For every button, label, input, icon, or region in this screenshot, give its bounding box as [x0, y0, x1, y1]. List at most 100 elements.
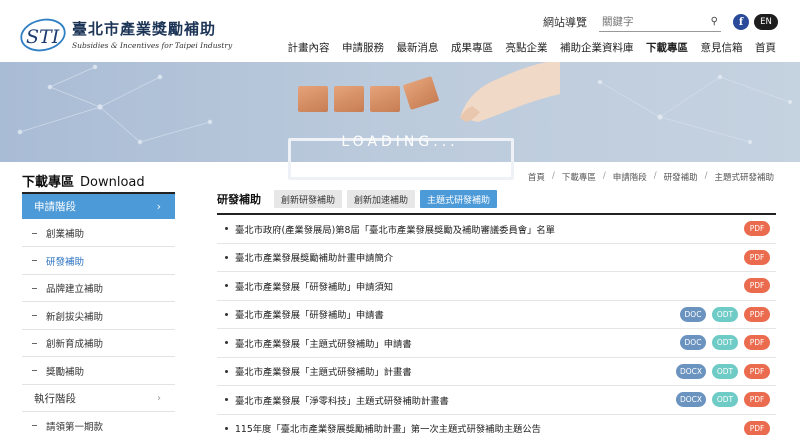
download-row: 115年度「臺北市產業發展獎勵補助計畫」第一次主題式研發補助主題公告 PDF — [217, 415, 776, 435]
nav-item[interactable]: 計畫內容 — [288, 40, 330, 55]
file-badges: PDF — [738, 278, 770, 293]
sidebar-item[interactable]: 研發補助 — [22, 248, 175, 275]
download-row: 臺北市產業發展「研發補助」申請須知 PDF — [217, 272, 776, 301]
file-docx-button[interactable]: DOCX — [676, 392, 706, 407]
main-nav: 計畫內容 申請服務 最新消息 成果專區 亮點企業 補助企業資料庫 下載專區 意見信箱 首頁 — [275, 40, 777, 55]
bullet-icon — [225, 312, 228, 316]
file-pdf-button[interactable]: PDF — [744, 221, 770, 236]
nav-item[interactable]: 意見信箱 — [701, 40, 743, 55]
download-title[interactable]: 臺北市產業發展「淨零科技」主題式研發補助計畫書 — [235, 393, 449, 407]
sidebar-title-en: Download — [80, 175, 145, 190]
file-doc-button[interactable]: DOC — [680, 306, 706, 322]
search-input[interactable] — [602, 15, 702, 28]
file-pdf-button[interactable]: PDF — [744, 249, 770, 265]
file-odt-button[interactable]: ODT — [712, 335, 738, 350]
category-tabs: 創新研發補助 創新加速補助 主題式研發補助 — [274, 190, 502, 208]
file-odt-button[interactable]: ODT — [712, 363, 738, 379]
file-pdf-button[interactable]: PDF — [744, 420, 770, 435]
sidebar-title: 下載專區 Download — [22, 175, 145, 190]
file-badges: PDF — [738, 249, 770, 265]
download-title[interactable]: 臺北市產業發展獎勵補助計畫申請簡介 — [235, 250, 393, 264]
sidebar-item[interactable]: 獎勵補助 — [22, 358, 175, 385]
file-pdf-button[interactable]: PDF — [744, 392, 770, 407]
nav-item[interactable]: 下載專區 — [646, 40, 688, 55]
dash-icon — [32, 232, 37, 234]
breadcrumb-item[interactable]: 首頁 — [528, 171, 545, 183]
facebook-icon[interactable]: f — [733, 14, 749, 30]
breadcrumb-item[interactable]: 申請階段 — [613, 171, 647, 183]
bullet-icon — [225, 341, 228, 345]
language-switch-button[interactable]: EN — [754, 14, 778, 30]
bullet-icon — [225, 227, 228, 231]
search-icon[interactable]: ⚲ — [711, 16, 718, 27]
sidebar-group-application[interactable]: 申請階段 › — [22, 194, 175, 219]
download-title[interactable]: 臺北市政府(產業發展局)第8屆「臺北市產業發展獎勵及補助審議委員會」名單 — [235, 222, 555, 236]
sidebar-item-label: 獎勵補助 — [46, 366, 85, 378]
download-row: 臺北市產業發展「主題式研發補助」計畫書 DOCX ODT PDF — [217, 358, 776, 386]
file-pdf-button[interactable]: PDF — [744, 335, 770, 350]
sitemap-link[interactable]: 網站導覽 — [543, 14, 587, 30]
file-badges: DOC ODT PDF — [674, 335, 770, 350]
file-pdf-button[interactable]: PDF — [744, 363, 770, 379]
breadcrumb-separator: / — [704, 171, 708, 181]
download-title[interactable]: 臺北市產業發展「研發補助」申請須知 — [235, 279, 393, 293]
download-title[interactable]: 臺北市產業發展「主題式研發補助」申請書 — [235, 336, 412, 350]
file-badges: DOC ODT PDF — [674, 306, 770, 322]
file-doc-button[interactable]: DOC — [680, 335, 706, 350]
bullet-icon — [225, 369, 228, 373]
dash-icon — [32, 370, 37, 371]
chevron-right-icon: › — [156, 200, 161, 213]
file-badges: DOCX ODT PDF — [670, 363, 770, 379]
site-logo[interactable]: STI 臺北市產業獎勵補助 Subsidies & Incentives for… — [18, 14, 232, 54]
nav-item[interactable]: 申請服務 — [342, 40, 384, 55]
nav-item[interactable]: 成果專區 — [451, 40, 493, 55]
dash-icon — [32, 315, 37, 316]
download-row: 臺北市產業發展「研發補助」申請書 DOC ODT PDF — [217, 301, 776, 329]
tab-item[interactable]: 創新研發補助 — [274, 190, 343, 208]
hand-graphic — [460, 62, 560, 122]
nav-item[interactable]: 亮點企業 — [506, 40, 548, 55]
sidebar-group-label: 執行階段 — [34, 392, 76, 405]
sidebar-item[interactable]: 創業補助 — [22, 220, 175, 247]
file-docx-button[interactable]: DOCX — [676, 363, 706, 379]
search-box: ⚲ — [599, 12, 721, 32]
bullet-icon — [225, 284, 228, 288]
sidebar-item-label: 創新育成補助 — [46, 339, 104, 350]
dash-icon — [32, 342, 37, 344]
nav-item[interactable]: 補助企業資料庫 — [560, 40, 634, 55]
sidebar-group-execution[interactable]: 執行階段 › — [22, 385, 175, 412]
file-pdf-button[interactable]: PDF — [744, 278, 770, 293]
progress-block — [334, 86, 364, 112]
download-row: 臺北市產業發展「淨零科技」主題式研發補助計畫書 DOCX ODT PDF — [217, 386, 776, 415]
sidebar-item[interactable]: 請領第一期款 — [22, 413, 175, 435]
sidebar-item[interactable]: 品牌建立補助 — [22, 275, 175, 302]
sidebar-item[interactable]: 創新育成補助 — [22, 330, 175, 357]
download-list: 臺北市政府(產業發展局)第8屆「臺北市產業發展獎勵及補助審議委員會」名單 PDF 臺… — [217, 215, 776, 435]
download-title[interactable]: 臺北市產業發展「研發補助」申請書 — [235, 307, 384, 321]
sidebar-item[interactable]: 新創拔尖補助 — [22, 303, 175, 330]
loading-text: LOADING... — [341, 134, 459, 150]
tab-item[interactable]: 主題式研發補助 — [420, 190, 498, 208]
nav-item[interactable]: 最新消息 — [397, 40, 439, 55]
svg-text:STI: STI — [26, 26, 60, 48]
tab-item[interactable]: 創新加速補助 — [347, 190, 416, 208]
breadcrumb-separator: / — [551, 171, 555, 181]
file-pdf-button[interactable]: PDF — [744, 306, 770, 322]
dash-icon — [32, 287, 37, 289]
file-odt-button[interactable]: ODT — [712, 392, 738, 407]
download-title[interactable]: 臺北市產業發展「主題式研發補助」計畫書 — [235, 364, 412, 378]
file-odt-button[interactable]: ODT — [712, 306, 738, 322]
download-row: 臺北市產業發展「主題式研發補助」申請書 DOC ODT PDF — [217, 329, 776, 358]
nav-item[interactable]: 首頁 — [755, 40, 776, 55]
breadcrumb-item[interactable]: 研發補助 — [664, 171, 698, 183]
file-badges: PDF — [738, 420, 770, 435]
bullet-icon — [225, 255, 228, 259]
logo-subtitle: Subsidies & Incentives for Taipei Indust… — [72, 41, 233, 50]
sidebar-item-label: 品牌建立補助 — [46, 284, 104, 295]
bullet-icon — [225, 398, 228, 402]
progress-block — [298, 86, 328, 112]
breadcrumb-separator: / — [653, 171, 657, 181]
dash-icon — [32, 260, 37, 261]
breadcrumb-item[interactable]: 下載專區 — [562, 171, 596, 183]
download-title[interactable]: 115年度「臺北市產業發展獎勵補助計畫」第一次主題式研發補助主題公告 — [235, 421, 541, 435]
